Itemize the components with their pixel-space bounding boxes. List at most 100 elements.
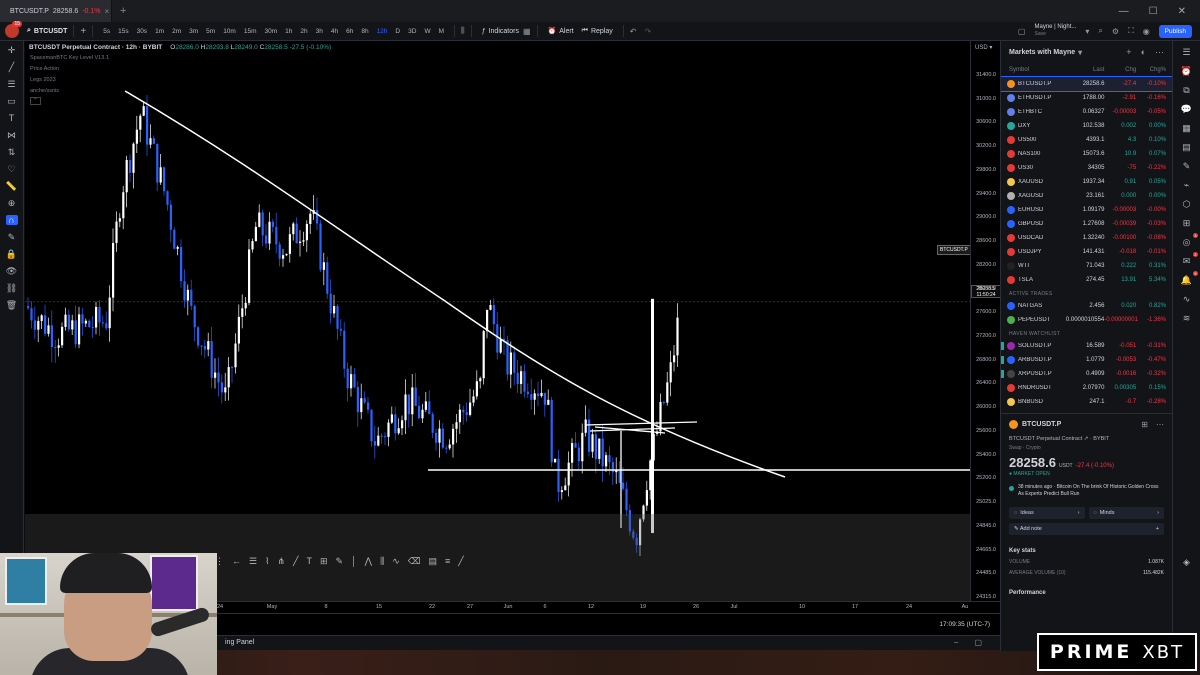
path-icon[interactable]: ⌇ <box>265 556 269 567</box>
minimize-icon[interactable]: — <box>1119 6 1129 17</box>
interval-2m[interactable]: 2m <box>168 28 185 35</box>
interval-M[interactable]: M <box>435 28 448 35</box>
maximize-panel-icon[interactable]: ▢ <box>974 638 982 647</box>
text-icon[interactable]: T <box>6 113 18 123</box>
watchlist-row[interactable]: ETHUSDT.P 1788.00 -2.91 -0.16% <box>1001 91 1172 105</box>
detail-symbol[interactable]: BTCUSDT.P <box>1022 421 1061 428</box>
link-icon[interactable]: ⛓ <box>6 283 18 293</box>
watchlist-row[interactable]: BNBUSD 247.1 -0.7 -0.28% <box>1001 395 1172 409</box>
layout-menu-icon[interactable]: ▾ <box>1085 27 1089 36</box>
tab-close-icon[interactable]: × <box>105 7 110 16</box>
interval-8h[interactable]: 8h <box>357 28 372 35</box>
new-tab-icon[interactable]: + <box>120 5 126 17</box>
ruler-icon[interactable]: 📏 <box>6 181 18 191</box>
streams-icon[interactable]: ◎ 3 <box>1181 233 1198 247</box>
column-symbol[interactable]: Symbol <box>1007 67 1065 73</box>
layout-icon[interactable]: ▢ <box>1018 27 1026 36</box>
indicator-label[interactable]: SpacemanBTC Key Level V13.1 <box>30 55 109 61</box>
rectangle-icon[interactable]: ▭ <box>6 96 18 106</box>
close-icon[interactable]: ✕ <box>1178 6 1186 17</box>
ideas-stream-icon[interactable]: ⊞ <box>1181 218 1193 228</box>
watchlist-row[interactable]: ARBUSDT.P 1.0779 -0.0053 -0.47% <box>1001 353 1172 367</box>
camera-icon[interactable]: ◉ <box>1143 27 1150 36</box>
watchlist-row[interactable]: RNDRUSDT 2.07970 0.00305 0.15% <box>1001 381 1172 395</box>
interval-2h[interactable]: 2h <box>296 28 311 35</box>
watchlist-row[interactable]: NAS100 15073.6 10.9 0.07% <box>1001 147 1172 161</box>
text-tool-icon[interactable]: T <box>306 556 312 566</box>
calendar-icon[interactable]: ▦ <box>1181 123 1193 133</box>
interval-15m[interactable]: 15m <box>240 28 261 35</box>
lock-icon[interactable]: 🔒 <box>6 249 18 259</box>
favorite-icon[interactable]: ♡ <box>6 164 18 174</box>
news-item[interactable]: 38 minutes ago · Bitcoin On The brink Of… <box>1009 484 1164 498</box>
user-avatar[interactable]: 15 <box>5 21 22 38</box>
wave-icon[interactable]: ∿ <box>392 556 400 567</box>
watchlist-title[interactable]: Markets with Mayne <box>1009 49 1075 56</box>
quick-search-icon[interactable]: ⌕ <box>1098 26 1102 36</box>
candle-type-icon[interactable]: ⫼ <box>461 26 465 36</box>
interval-4h[interactable]: 4h <box>327 28 342 35</box>
indicator-label[interactable]: Legs 2023 <box>30 77 56 83</box>
layout-name[interactable]: Mayne | Night... Save <box>1034 24 1076 38</box>
interval-W[interactable]: W <box>420 28 434 35</box>
vertical-line-icon[interactable]: │ <box>351 556 357 566</box>
interval-12h[interactable]: 12h <box>373 28 392 35</box>
indicator-label[interactable]: Price Action <box>30 66 59 72</box>
grid-tool-icon[interactable]: ⊞ <box>320 556 328 567</box>
pine-icon[interactable]: ∿ <box>1181 294 1193 304</box>
lines-icon[interactable]: ☰ <box>249 556 257 567</box>
add-note-button[interactable]: ✎ Add note + <box>1009 523 1164 535</box>
interval-3m[interactable]: 3m <box>185 28 202 35</box>
collapse-legend-icon[interactable]: ⌃ <box>30 97 41 105</box>
watchlist-row[interactable]: TSLA 274.45 13.91 5.34% <box>1001 273 1172 287</box>
advanced-view-icon[interactable]: ◐ <box>1141 47 1146 58</box>
eye-icon[interactable]: 👁 <box>6 266 18 276</box>
interval-1m[interactable]: 1m <box>151 28 168 35</box>
watchlist-row[interactable]: GBPUSD 1.27608 -0.00039 -0.03% <box>1001 217 1172 231</box>
interval-3h[interactable]: 3h <box>312 28 327 35</box>
browser-tab[interactable]: BTCUSDT.P 28258.6 -0.1% × <box>0 0 112 22</box>
watchlist-row[interactable]: XAUUSD 1937.34 0.91 0.05% <box>1001 175 1172 189</box>
detail-name[interactable]: BTCUSDT Perpetual Contract ↗ · BYBIT <box>1009 436 1164 442</box>
price-chart[interactable]: BTCUSDT Perpetual Contract · 12h · BYBIT… <box>25 41 970 601</box>
interval-D[interactable]: D <box>391 28 404 35</box>
interval-30m[interactable]: 30m <box>261 28 282 35</box>
minds-button[interactable]: ◌ Minds › <box>1088 507 1164 519</box>
timezone-clock[interactable]: 17:09:35 (UTC-7) <box>939 621 990 628</box>
watchlist-row[interactable]: US30 34305 -75 -0.22% <box>1001 161 1172 175</box>
fullscreen-icon[interactable]: ⛶ <box>1128 26 1134 36</box>
watchlist-row[interactable]: EURUSD 1.09179 -0.00003 -0.00% <box>1001 203 1172 217</box>
minimize-panel-icon[interactable]: − <box>954 638 959 647</box>
layers-icon[interactable]: ≋ <box>1181 313 1193 323</box>
measure-icon[interactable]: ≡ <box>445 556 450 566</box>
object-tree-icon[interactable]: ⧉ <box>1181 85 1193 95</box>
column-chgp[interactable]: Chg% <box>1136 67 1166 73</box>
undo-icon[interactable]: ↶ <box>630 27 637 36</box>
watchlist-row[interactable]: USDJPY 141.431 -0.018 -0.01% <box>1001 245 1172 259</box>
pattern-icon[interactable]: ⋈ <box>6 130 18 140</box>
messages-icon[interactable]: ✉ 2 <box>1181 252 1198 266</box>
trading-panel-tab[interactable]: ing Panel <box>225 639 254 646</box>
bars-icon[interactable]: ⫼ <box>380 556 384 567</box>
settings-icon[interactable]: ⚙ <box>1112 27 1119 36</box>
table-icon[interactable]: ▤ <box>428 556 437 567</box>
watchlist-row[interactable]: PEPEUSDT 0.0000010554 -0.00000001 -1.36% <box>1001 313 1172 327</box>
brush-icon[interactable]: ✎ <box>336 556 344 567</box>
screener-icon[interactable]: ⬡ <box>1181 199 1193 209</box>
watchlist-row[interactable]: US500 4393.1 4.3 0.10% <box>1001 133 1172 147</box>
news-icon[interactable]: ▤ <box>1181 142 1193 152</box>
notes-icon[interactable]: ✎ <box>1181 161 1193 171</box>
chevron-down-icon[interactable]: ▾ <box>1078 48 1082 57</box>
notifications-icon[interactable]: 🔔 9 <box>1181 271 1198 285</box>
crosshair-icon[interactable]: ✛ <box>6 45 18 55</box>
currency-selector[interactable]: USD ▾ <box>975 44 992 51</box>
alerts-icon[interactable]: ⏰ <box>1181 66 1193 76</box>
lock-draw-icon[interactable]: ✎ <box>6 232 18 242</box>
column-chg[interactable]: Chg <box>1104 67 1136 73</box>
interval-5m[interactable]: 5m <box>202 28 219 35</box>
interval-10m[interactable]: 10m <box>219 28 240 35</box>
magnet-icon[interactable]: ∩ <box>5 215 18 225</box>
ray-icon[interactable]: ╱ <box>458 556 463 567</box>
maximize-icon[interactable]: ☐ <box>1149 6 1158 17</box>
compare-symbol-icon[interactable]: + <box>80 26 86 37</box>
